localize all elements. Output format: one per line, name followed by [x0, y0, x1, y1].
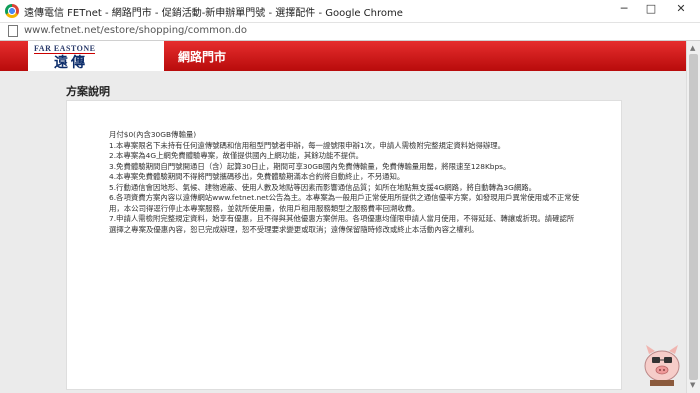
content-area: 方案說明 月付$0(內含30GB傳輸量) 1.本專案限名下未持有任何遠傳號碼和信… [0, 71, 686, 393]
terms-panel: 月付$0(內含30GB傳輸量) 1.本專案限名下未持有任何遠傳號碼和信用租型門號… [66, 100, 622, 390]
section-title: 方案說明 [66, 85, 110, 98]
terms-item-4: 4.本專案免費體驗期間不得將門號攜碼移出，免費體驗期滿本合約將自動終止，不另通知… [109, 172, 405, 181]
close-button[interactable]: ✕ [666, 0, 696, 20]
terms-item-3: 3.免費體驗期間自門號開通日（含）起算30日止，期間可享30GB國內免費傳輸量，… [109, 161, 511, 171]
terms-item-5: 5.行動通信會因地形、氣候、建物遮蔽、使用人數及地點等因素而影響通信品質；如所在… [109, 182, 537, 192]
terms-heading: 月付$0(內含30GB傳輸量) [109, 130, 197, 139]
terms-text: 月付$0(內含30GB傳輸量) 1.本專案限名下未持有任何遠傳號碼和信用租型門號… [109, 130, 579, 235]
page-icon [8, 25, 18, 37]
terms-item-6: 6.各項資費方案內容以遠傳網站www.fetnet.net公告為主。本專案為一般… [109, 193, 579, 213]
logo-chinese: 遠傳 [54, 55, 88, 71]
nav-title-online-store[interactable]: 網路門市 [178, 48, 226, 65]
vertical-scrollbar[interactable]: ▲ ▼ [686, 41, 700, 393]
fetnet-logo[interactable]: FAR EASTONE 遠傳 [28, 41, 164, 71]
window-title: 遠傳電信 FETnet - 網路門市 - 促銷活動-新申辦單門號 - 選擇配件 … [24, 8, 403, 19]
terms-item-7: 7.申請人需檢附完整規定資料，始享有優惠，且不得與其他優惠方案併用。各項優惠均僅… [109, 214, 575, 234]
address-bar[interactable]: www.fetnet.net/estore/shopping/common.do [0, 23, 700, 41]
site-header: FAR EASTONE 遠傳 網路門市 [0, 41, 686, 71]
url-text[interactable]: www.fetnet.net/estore/shopping/common.do [24, 25, 247, 36]
terms-item-1: 1.本專案限名下未持有任何遠傳號碼和信用租型門號者申辦，每一證號限申辦1次，申請… [109, 140, 506, 150]
scroll-up-icon[interactable]: ▲ [690, 44, 695, 52]
maximize-button[interactable]: □ [638, 0, 664, 20]
scroll-thumb[interactable] [689, 54, 698, 380]
terms-item-2: 2.本專案為4G上網免費體驗專案，故僅提供國內上網功能，其餘功能不提供。 [109, 151, 363, 160]
window-titlebar: 遠傳電信 FETnet - 網路門市 - 促銷活動-新申辦單門號 - 選擇配件 … [0, 0, 700, 23]
minimize-button[interactable]: ─ [611, 0, 637, 20]
pig-mascot-icon [644, 345, 680, 386]
page-viewport: FAR EASTONE 遠傳 網路門市 方案說明 月付$0(內含30GB傳輸量)… [0, 41, 686, 393]
chrome-icon [5, 4, 19, 18]
scroll-down-icon[interactable]: ▼ [690, 381, 695, 389]
